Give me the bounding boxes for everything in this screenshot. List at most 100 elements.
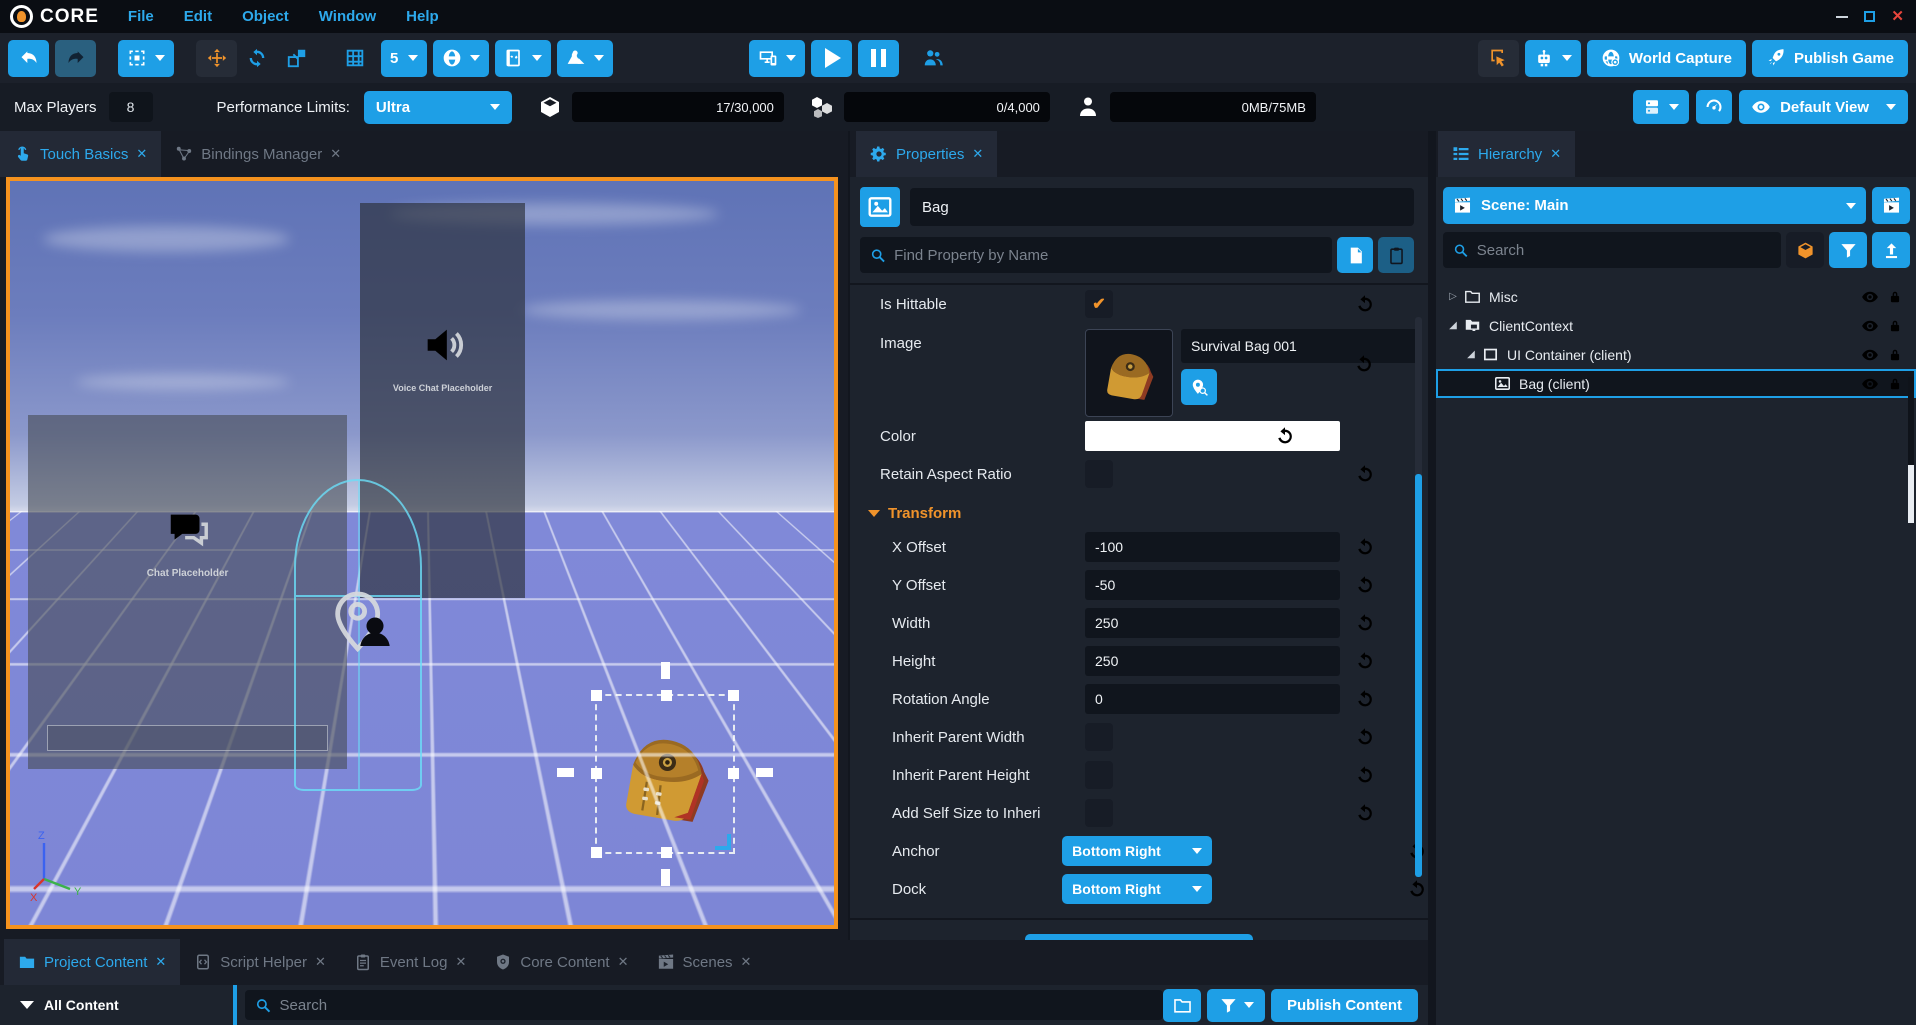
property-search-input[interactable] [894, 247, 1322, 264]
server-settings-dropdown[interactable] [1633, 90, 1689, 124]
close-tab-icon[interactable]: ✕ [315, 954, 326, 970]
content-search[interactable] [245, 990, 1163, 1020]
scrollbar-thumb[interactable] [1908, 465, 1914, 523]
retain-aspect-ratio-checkbox[interactable] [1085, 460, 1113, 488]
tab-core-content[interactable]: Core Content✕ [480, 939, 642, 985]
selected-ui-image-bag[interactable] [595, 694, 735, 854]
eye-icon[interactable] [1861, 288, 1879, 306]
hierarchy-scrollbar[interactable] [1908, 377, 1914, 497]
paste-properties-button[interactable] [1378, 237, 1414, 273]
reset-icon[interactable] [1354, 463, 1376, 485]
height-field[interactable] [1085, 646, 1340, 676]
close-tab-icon[interactable]: ✕ [618, 954, 629, 970]
property-search[interactable] [860, 237, 1332, 273]
anchor-dropdown[interactable]: Bottom Right [1062, 836, 1212, 866]
scrollbar-thumb[interactable] [1415, 474, 1422, 877]
reset-icon[interactable] [1354, 536, 1376, 558]
menu-file[interactable]: File [113, 8, 169, 25]
undo-button[interactable] [8, 40, 49, 77]
tree-row-misc[interactable]: ▷ Misc [1436, 282, 1916, 311]
content-search-input[interactable] [280, 997, 1153, 1014]
eye-icon[interactable] [1861, 317, 1879, 335]
performance-limits-dropdown[interactable]: Ultra [364, 91, 512, 124]
selection-handle[interactable] [591, 847, 602, 858]
selection-resize-corner[interactable] [715, 834, 731, 850]
reset-icon[interactable] [1354, 293, 1376, 315]
scene-manager-button[interactable] [1872, 187, 1910, 224]
move-tool-button[interactable] [196, 40, 237, 77]
tab-hierarchy[interactable]: Hierarchy✕ [1438, 131, 1575, 177]
selection-handle[interactable] [728, 690, 739, 701]
max-players-field[interactable]: 8 [109, 92, 153, 122]
close-tab-icon[interactable]: ✕ [455, 954, 466, 970]
selection-handle[interactable] [661, 690, 672, 701]
preview-mode-dropdown[interactable] [749, 40, 805, 77]
terrain-dropdown[interactable] [557, 40, 613, 77]
select-cursor-button[interactable] [1478, 40, 1519, 77]
ai-assistant-dropdown[interactable] [1525, 40, 1581, 77]
publish-content-button[interactable]: Publish Content [1271, 989, 1418, 1022]
redo-button[interactable] [55, 40, 96, 77]
tab-project-content[interactable]: Project Content✕ [4, 939, 180, 985]
hierarchy-search-input[interactable] [1477, 242, 1771, 259]
inherit-parent-width-checkbox[interactable] [1085, 723, 1113, 751]
tree-row-clientcontext[interactable]: ◢ ClientContext [1436, 311, 1916, 340]
close-tab-icon[interactable]: ✕ [330, 146, 341, 162]
reset-icon[interactable] [1406, 878, 1428, 900]
y-offset-field[interactable] [1085, 570, 1340, 600]
minimize-button[interactable] [1836, 16, 1848, 18]
transform-section-header[interactable]: Transform [850, 493, 1428, 528]
selection-handle[interactable] [591, 690, 602, 701]
reset-icon[interactable] [1354, 612, 1376, 634]
object-name-field[interactable] [910, 188, 1414, 226]
play-button[interactable] [811, 40, 852, 77]
maximize-button[interactable] [1864, 11, 1875, 22]
multiplayer-preview-icon[interactable] [913, 40, 953, 77]
export-button[interactable] [1872, 232, 1910, 268]
tab-touch-basics[interactable]: Touch Basics✕ [0, 131, 161, 177]
reset-icon[interactable] [1354, 726, 1376, 748]
expand-collapsed-icon[interactable]: ▷ [1446, 291, 1460, 302]
performance-gauge-button[interactable] [1696, 90, 1732, 124]
lock-icon[interactable] [1888, 319, 1902, 333]
rotation-angle-field[interactable] [1085, 684, 1340, 714]
expand-open-icon[interactable]: ◢ [1464, 349, 1478, 360]
scene-selector-dropdown[interactable]: Scene: Main [1443, 187, 1866, 224]
menu-help[interactable]: Help [391, 8, 454, 25]
menu-window[interactable]: Window [304, 8, 391, 25]
color-swatch[interactable] [1085, 421, 1340, 451]
reset-icon[interactable] [1354, 764, 1376, 786]
eye-icon[interactable] [1861, 346, 1879, 364]
snap-size-dropdown[interactable]: 5 [381, 40, 427, 77]
reset-icon[interactable] [1354, 802, 1376, 824]
add-self-size-checkbox[interactable] [1085, 799, 1113, 827]
new-folder-button[interactable] [1163, 989, 1201, 1022]
is-hittable-checkbox[interactable] [1085, 290, 1113, 318]
publish-game-button[interactable]: Publish Game [1752, 40, 1908, 77]
reset-icon[interactable] [1354, 574, 1376, 596]
reset-icon[interactable] [1354, 688, 1376, 710]
hierarchy-search[interactable] [1443, 232, 1781, 268]
content-filter-dropdown[interactable] [1207, 989, 1265, 1022]
tab-properties[interactable]: Properties✕ [856, 131, 997, 177]
close-button[interactable]: ✕ [1891, 9, 1904, 24]
tree-row-ui-container[interactable]: ◢ UI Container (client) [1436, 340, 1916, 369]
reset-icon[interactable] [1354, 650, 1376, 672]
show-networked-button[interactable] [1786, 232, 1824, 268]
menu-edit[interactable]: Edit [169, 8, 227, 25]
inherit-parent-height-checkbox[interactable] [1085, 761, 1113, 789]
expand-open-icon[interactable]: ◢ [1446, 320, 1460, 331]
script-dropdown[interactable] [495, 40, 551, 77]
all-content-selector[interactable]: All Content [0, 997, 233, 1013]
lock-icon[interactable] [1888, 348, 1902, 362]
scale-tool-button[interactable] [277, 40, 317, 77]
tab-event-log[interactable]: Event Log✕ [340, 939, 480, 985]
lock-icon[interactable] [1888, 377, 1902, 391]
image-asset-thumbnail[interactable] [1085, 329, 1173, 417]
reset-icon[interactable] [1353, 353, 1375, 375]
reset-icon[interactable] [1274, 425, 1296, 447]
x-offset-field[interactable] [1085, 532, 1340, 562]
dock-dropdown[interactable]: Bottom Right [1062, 874, 1212, 904]
hierarchy-filter-button[interactable] [1829, 232, 1867, 268]
tab-script-helper[interactable]: Script Helper✕ [180, 939, 340, 985]
